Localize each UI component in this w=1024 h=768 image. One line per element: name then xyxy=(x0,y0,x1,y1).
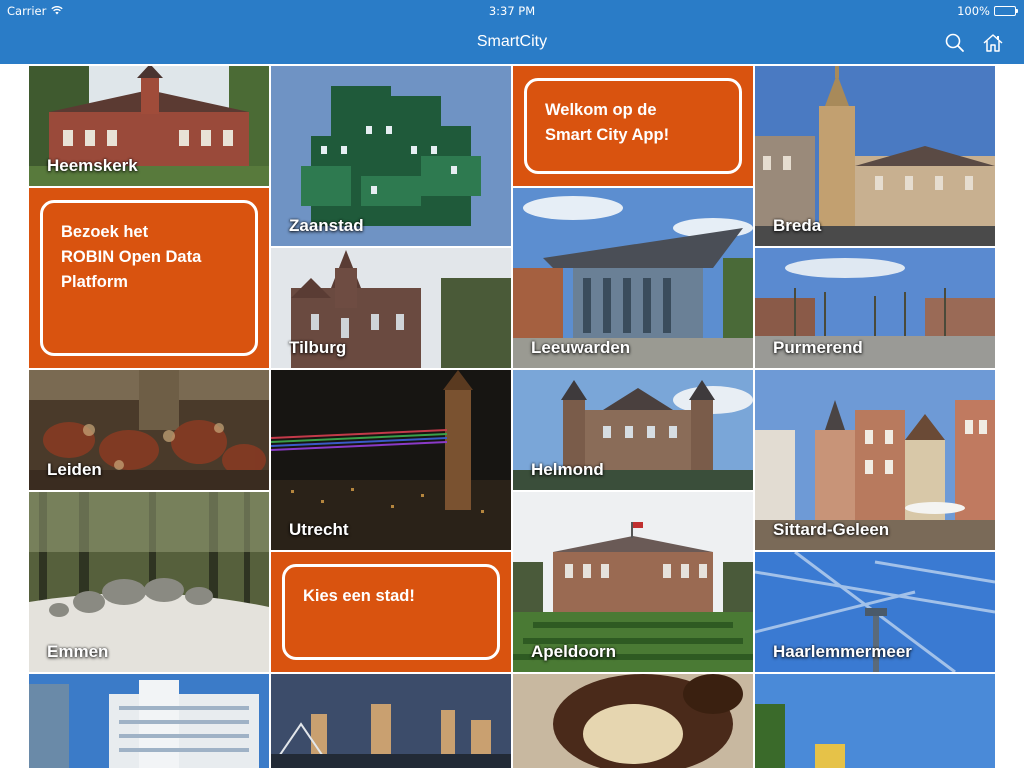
promo-robin-platform[interactable]: Bezoek het ROBIN Open Data Platform xyxy=(29,188,269,368)
status-bar: Carrier 3:37 PM 100% xyxy=(0,0,1024,22)
city-tile-haarlemmermeer[interactable]: Haarlemmermeer xyxy=(755,552,995,672)
battery-icon xyxy=(994,6,1018,16)
navigation-bar: SmartCity xyxy=(0,22,1024,64)
city-tile-partial-2[interactable] xyxy=(271,674,511,768)
city-tile-breda[interactable]: Breda xyxy=(755,66,995,246)
city-name: Heemskerk xyxy=(47,156,138,175)
city-name: Helmond xyxy=(531,460,604,479)
search-icon[interactable] xyxy=(942,30,968,56)
promo-welcome[interactable]: Welkom op de Smart City App! xyxy=(513,66,753,186)
city-tile-partial-4[interactable] xyxy=(755,674,995,768)
city-tile-sittard-geleen[interactable]: Sittard-Geleen xyxy=(755,370,995,550)
clock: 3:37 PM xyxy=(488,4,536,18)
city-name: Purmerend xyxy=(773,338,863,357)
city-tile-heemskerk[interactable]: Heemskerk xyxy=(29,66,269,186)
city-photo xyxy=(755,674,995,768)
city-name: Sittard-Geleen xyxy=(773,520,890,539)
city-name: Zaanstad xyxy=(289,216,364,235)
city-name: Haarlemmermeer xyxy=(773,642,912,661)
city-name: Leiden xyxy=(47,460,102,479)
city-tile-partial-3[interactable] xyxy=(513,674,753,768)
food-photo xyxy=(513,674,753,768)
city-name: Emmen xyxy=(47,642,109,661)
city-tile-leeuwarden[interactable]: Leeuwarden xyxy=(513,188,753,368)
city-name: Leeuwarden xyxy=(531,338,631,357)
battery-percentage: 100% xyxy=(957,4,990,18)
promo-border xyxy=(282,564,500,660)
city-tile-zaanstad[interactable]: Zaanstad xyxy=(271,66,511,246)
city-name: Breda xyxy=(773,216,822,235)
city-tile-tilburg[interactable]: Tilburg xyxy=(271,248,511,368)
city-tile-emmen[interactable]: Emmen xyxy=(29,492,269,672)
city-tile-partial-1[interactable] xyxy=(29,674,269,768)
promo-choose-text: Kies een stad! xyxy=(303,587,415,605)
city-tile-apeldoorn[interactable]: Apeldoorn xyxy=(513,492,753,672)
promo-welcome-text: Welkom op de Smart City App! xyxy=(545,101,670,144)
city-photo xyxy=(29,674,269,768)
city-name: Utrecht xyxy=(289,520,349,539)
city-tile-purmerend[interactable]: Purmerend xyxy=(755,248,995,368)
promo-choose-city[interactable]: Kies een stad! xyxy=(271,552,511,672)
city-name: Apeldoorn xyxy=(531,642,616,661)
city-name: Tilburg xyxy=(289,338,347,357)
city-skyline-photo xyxy=(271,674,511,768)
promo-robin-text: Bezoek het ROBIN Open Data Platform xyxy=(61,223,202,291)
city-tile-helmond[interactable]: Helmond xyxy=(513,370,753,490)
app-screen: Carrier 3:37 PM 100% SmartCity Heemskerk… xyxy=(0,0,1024,768)
home-icon[interactable] xyxy=(980,30,1006,56)
city-tile-utrecht[interactable]: Utrecht xyxy=(271,370,511,550)
app-title: SmartCity xyxy=(476,33,548,50)
city-tile-leiden[interactable]: Leiden xyxy=(29,370,269,490)
